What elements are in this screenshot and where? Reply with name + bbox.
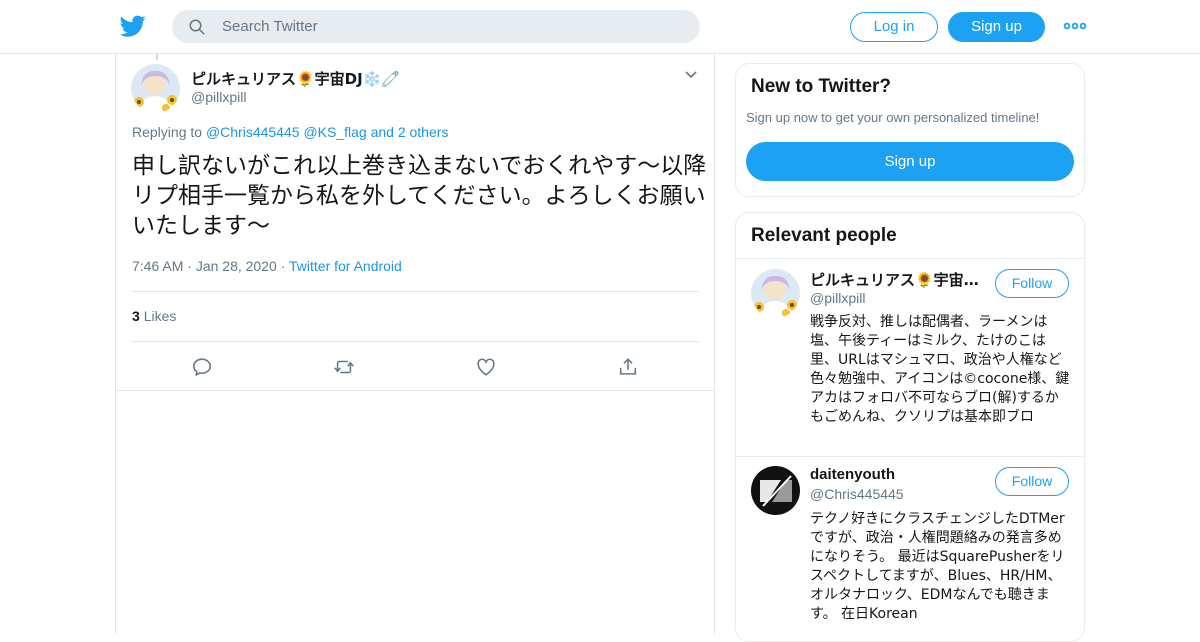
tweet-date[interactable]: Jan 28, 2020 bbox=[196, 258, 277, 274]
relevant-people-card: Relevant people ピルキュリアス🌻宇宙DJ❄️🧷 @pillxpi… bbox=[735, 212, 1085, 642]
person-bio: 戦争反対、推しは配偶者、ラーメンは塩、午後ティーはミルク、たけのこは里、URLは… bbox=[810, 314, 1070, 425]
chevron-down-icon[interactable] bbox=[684, 70, 698, 80]
new-card-subtitle: Sign up now to get your own personalized… bbox=[746, 110, 1040, 125]
follow-button[interactable]: Follow bbox=[995, 269, 1069, 298]
search-input[interactable] bbox=[222, 10, 682, 43]
more-dots-icon[interactable] bbox=[1063, 19, 1087, 33]
tweet-meta: 7:46 AM · Jan 28, 2020 · Twitter for And… bbox=[132, 258, 402, 274]
twitter-bird-icon[interactable] bbox=[120, 13, 146, 39]
likes-label: Likes bbox=[143, 308, 177, 324]
person-item[interactable]: ピルキュリアス🌻宇宙DJ❄️🧷 @pillxpill Follow 戦争反対、推… bbox=[736, 259, 1084, 457]
login-button[interactable]: Log in bbox=[850, 12, 938, 42]
retweet-icon[interactable] bbox=[333, 356, 355, 378]
divider bbox=[131, 341, 699, 342]
search-bar[interactable] bbox=[172, 10, 700, 43]
tweet-source[interactable]: Twitter for Android bbox=[289, 258, 402, 274]
tweet-time[interactable]: 7:46 AM bbox=[132, 258, 183, 274]
meta-separator: · bbox=[280, 258, 286, 274]
share-icon[interactable] bbox=[617, 356, 639, 378]
replying-to: Replying to @Chris445445 @KS_flag and 2 … bbox=[132, 124, 448, 140]
person-name[interactable]: daitenyouth bbox=[810, 466, 984, 483]
new-card-title: New to Twitter? bbox=[751, 76, 892, 97]
top-bar: Log in Sign up bbox=[0, 0, 1200, 54]
reply-others-link[interactable]: and 2 others bbox=[371, 124, 449, 140]
divider bbox=[131, 291, 699, 292]
likes-number: 3 bbox=[132, 308, 140, 324]
author-name[interactable]: ピルキュリアス🌻宇宙DJ❄️🧷 bbox=[191, 68, 400, 89]
tweet[interactable]: ピルキュリアス🌻宇宙DJ❄️🧷 @pillxpill Replying to @… bbox=[116, 54, 714, 391]
reply-mention[interactable]: @Chris445445 bbox=[206, 124, 300, 140]
meta-separator: · bbox=[187, 258, 192, 274]
timeline-column: ピルキュリアス🌻宇宙DJ❄️🧷 @pillxpill Replying to @… bbox=[115, 54, 715, 634]
author-handle[interactable]: @pillxpill bbox=[191, 89, 246, 105]
reply-mention[interactable]: @KS_flag bbox=[303, 124, 366, 140]
signup-button[interactable]: Sign up bbox=[948, 12, 1045, 42]
avatar[interactable] bbox=[751, 466, 800, 515]
person-handle[interactable]: @pillxpill bbox=[810, 290, 865, 306]
relevant-people-title: Relevant people bbox=[751, 225, 897, 246]
person-handle[interactable]: @Chris445445 bbox=[810, 486, 904, 502]
search-icon bbox=[189, 19, 205, 35]
replying-prefix: Replying to bbox=[132, 124, 203, 140]
reply-icon[interactable] bbox=[191, 356, 213, 378]
likes-count[interactable]: 3 Likes bbox=[132, 308, 176, 324]
person-bio: テクノ好きにクラスチェンジしたDTMerですが、政治・人権問題絡みの発言多めにな… bbox=[810, 511, 1065, 622]
follow-button[interactable]: Follow bbox=[995, 467, 1069, 496]
avatar[interactable] bbox=[751, 269, 800, 318]
person-item[interactable]: daitenyouth @Chris445445 Follow テクノ好きにクラ… bbox=[736, 457, 1084, 641]
new-to-twitter-card: New to Twitter? Sign up now to get your … bbox=[735, 63, 1085, 197]
avatar[interactable] bbox=[131, 64, 180, 113]
like-icon[interactable] bbox=[475, 356, 497, 378]
sidebar-signup-button[interactable]: Sign up bbox=[746, 142, 1074, 181]
tweet-text: 申し訳ないがこれ以上巻き込まないでおくれやす〜以降リプ相手一覧から私を外してくだ… bbox=[132, 153, 707, 239]
person-name[interactable]: ピルキュリアス🌻宇宙DJ❄️🧷 bbox=[810, 269, 984, 290]
